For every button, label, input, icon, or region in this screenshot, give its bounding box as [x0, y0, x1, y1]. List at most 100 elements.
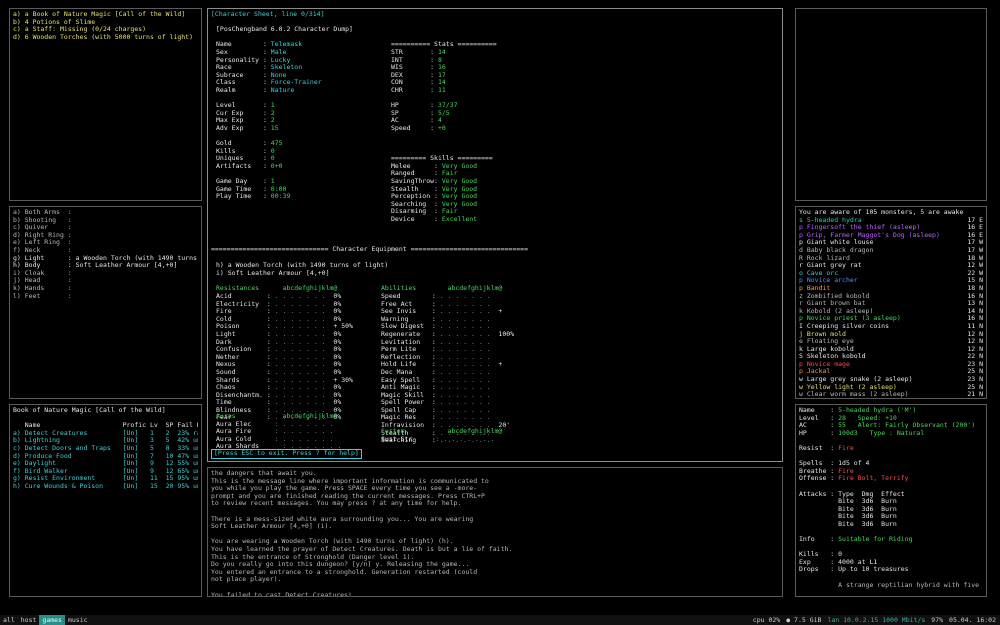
skill-field-label: Searching : — [391, 200, 442, 208]
ability-label: Spell Power : — [381, 399, 440, 407]
monster-distance: 25 N — [967, 383, 983, 391]
message-line: the dangers that await you. — [211, 470, 317, 477]
ability-label: Perm Lite : — [381, 346, 440, 354]
message-line: You entered an entrance to a stronghold.… — [211, 568, 478, 576]
recall-row: Info : Suitable for Riding — [799, 536, 983, 544]
equipment-slot: d) Right Ring : — [13, 231, 72, 239]
profile-field-value: Male — [270, 48, 287, 56]
vital-field-label: AC : — [391, 117, 438, 125]
level-field-value: 1 — [270, 102, 275, 110]
equipment-slot: e) Left Ring : — [13, 239, 72, 247]
monster-name: I Creeping silver coins — [799, 322, 890, 330]
aura-label: Aura Fire — [216, 428, 252, 436]
ability-row: Anti Magic : . . . . . . . — [381, 384, 541, 392]
recall-row — [799, 544, 983, 552]
recall-label — [799, 483, 838, 490]
spell-row: e) Daylight [Un] 9 12 55% unknown — [13, 460, 198, 468]
stat-field-value: 17 — [437, 71, 446, 79]
character-sheet-window[interactable]: [Character Sheet, line 0/314] [PosChengb… — [207, 8, 783, 462]
monster-name: r Giant grey rat — [799, 262, 862, 270]
misc-field-value: 0:00 — [270, 185, 287, 193]
monster-row: z Zombified kobold 16 N — [799, 293, 983, 301]
skills-header: ========= Skills ========= — [391, 155, 493, 163]
monster-name: p Novice archer — [799, 277, 858, 285]
misc-field-value: 0 — [270, 155, 275, 163]
spell-row: a) Detect Creatures [Un] 1 2 23% rad 32 — [13, 429, 198, 437]
vital-field: HP : 37/37 — [391, 102, 531, 110]
custom-flags: : . . . . . . . — [412, 435, 495, 443]
resist-value: + 50% — [333, 323, 353, 331]
recall-label: Breathe : — [799, 467, 839, 475]
monster-list-window: You are aware of 105 monsters, 5 are awa… — [795, 206, 987, 399]
aura-label: Aura Cold — [216, 435, 252, 443]
monster-distance: 16 E — [967, 231, 983, 239]
spell-row: c) Detect Doors and Traps [Un] 5 8 33% u… — [13, 444, 198, 452]
recall-label: HP : — [799, 429, 839, 437]
monster-row: p Novice priest (3 asleep) 16 N — [799, 315, 983, 323]
skill-field-value: Very Good — [441, 178, 478, 186]
resist-label: Poison : — [216, 323, 275, 331]
recall-value: Bite 3d6 Burn — [838, 520, 897, 528]
ability-flags: . . . . . . . — [439, 338, 499, 346]
recall-value: Up to 10 treasures — [838, 566, 909, 574]
monster-row: p Jackal 25 N — [799, 368, 983, 376]
resist-label: Nether : — [216, 353, 275, 361]
help-prompt[interactable]: [Press ESC to exit. Press ? for help] — [211, 449, 362, 459]
monster-distance: 17 W — [967, 246, 983, 254]
resist-flags: . . . . . . . — [274, 330, 334, 338]
resist-label: Light : — [216, 330, 275, 338]
tag-music[interactable]: music — [65, 615, 91, 625]
monster-row: j Brown mold 12 N — [799, 331, 983, 339]
stat-field: CON : 14 — [391, 79, 531, 87]
resist-row: Sound : . . . . . . . 0% — [216, 369, 376, 377]
level-field: Level : 1 — [216, 102, 386, 110]
resist-row: Nexus : . . . . . . . 0% — [216, 361, 376, 369]
aura-flags: : . . . . . . . — [251, 428, 334, 436]
skill-field-value: Very Good — [441, 193, 478, 201]
spell-row — [13, 415, 198, 423]
recall-label — [799, 453, 838, 460]
ability-row: See Invis : . . . . . . . + — [381, 308, 541, 316]
resist-value: 0% — [333, 338, 342, 346]
spell-row: Name Profic Lv SP Fail Desc — [13, 422, 198, 430]
monster-name: k Large kobold — [799, 345, 854, 353]
misc-field-value: 1 — [270, 178, 275, 186]
monster-row: S Skeleton kobold 22 N — [799, 353, 983, 361]
monster-row: o Cave orc 22 W — [799, 270, 983, 278]
monster-list: s 5-headed hydra 17 Ep Fingersoft the thi… — [799, 217, 983, 398]
resist-flags: . . . . . . . — [274, 323, 334, 331]
tag-games[interactable]: games — [39, 615, 65, 625]
resist-label: Nexus : — [216, 361, 275, 369]
skill-field-value: Very Good — [441, 162, 478, 170]
tag-all[interactable]: all — [0, 615, 18, 625]
ability-label: Regenerate : — [381, 330, 440, 338]
recall-value: 55 — [838, 422, 846, 430]
profile-field-label: Class : — [216, 79, 271, 87]
misc-field: Uniques : 0 — [216, 155, 386, 163]
recall-value: A strange reptilian hybrid with five smo… — [838, 581, 983, 589]
resist-value: 0% — [333, 315, 342, 323]
vital-field: SP : 5/5 — [391, 110, 531, 118]
aura-flags: : . . . . . . . — [251, 435, 334, 443]
misc-field-label: Kills : — [216, 147, 271, 155]
recall-label — [799, 513, 838, 520]
ability-flags: . . . . . . . — [439, 308, 499, 316]
misc-field: Kills : 0 — [216, 148, 386, 156]
inventory-item: b) 4 Potions of Slime 3.0 lb — [13, 18, 96, 26]
tag-host[interactable]: host — [18, 615, 40, 625]
misc-field-value: 0+0 — [270, 162, 283, 170]
monster-name: R Rock lizard — [799, 254, 850, 262]
recall-extra: Alert: Fairly Observant (200') — [845, 422, 976, 430]
skill-field-label: Perception : — [391, 193, 442, 201]
misc-field-label: Game Day : — [216, 178, 271, 186]
ability-flags: . . . . . . . — [439, 391, 499, 399]
custom-row: Sust Str : . . . . . . . — [381, 436, 541, 444]
recall-row: Resist : Fire — [799, 445, 983, 453]
ability-label: Warning : — [381, 315, 440, 323]
recall-row: Name : 5-headed hydra ('M') — [799, 407, 983, 415]
profile-field: Realm : Nature — [216, 87, 386, 95]
ability-row: Magic Skill : . . . . . . . — [381, 392, 541, 400]
resist-row: Fire : . . . . . . . 0% — [216, 308, 376, 316]
